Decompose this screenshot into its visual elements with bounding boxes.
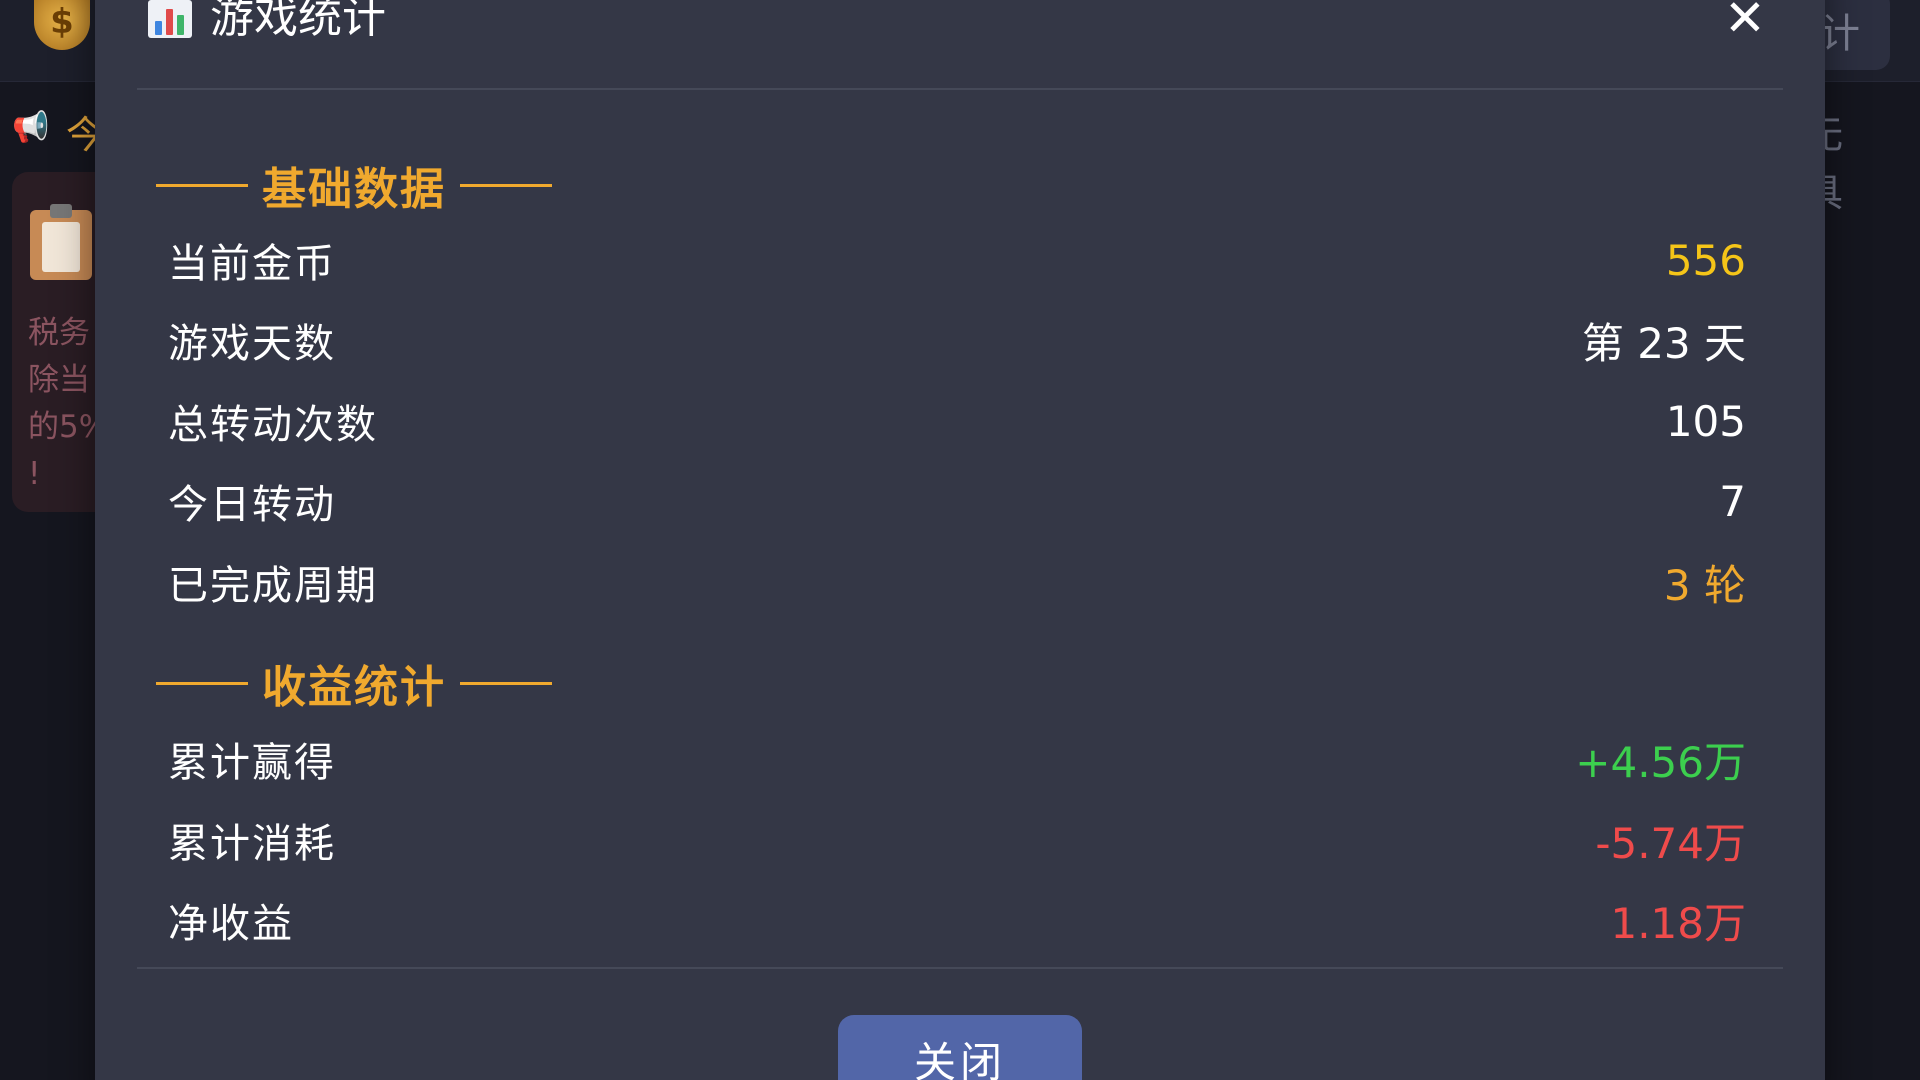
section-header-basic: 基础数据 (156, 155, 552, 215)
stat-row-coins: 当前金币 556 (168, 230, 1746, 290)
stat-label: 累计消耗 (168, 821, 336, 867)
section-line-right (460, 183, 552, 187)
stat-value: 1.18万 (1610, 898, 1746, 948)
stat-row-total-spent: 累计消耗 -5.74万 (168, 810, 1746, 870)
stat-row-total-spins: 总转动次数 105 (168, 391, 1746, 451)
section-title-basic: 基础数据 (262, 164, 446, 215)
close-icon[interactable]: ✕ (1722, 0, 1768, 44)
stat-label: 当前金币 (168, 241, 336, 287)
stat-value: 7 (1719, 476, 1746, 526)
header-divider (137, 88, 1783, 90)
stat-value: -5.74万 (1595, 818, 1746, 868)
stat-row-total-won: 累计赢得 +4.56万 (168, 729, 1746, 789)
section-header-earnings: 收益统计 (156, 653, 552, 713)
stat-value: 第 23 天 (1581, 318, 1746, 368)
stat-label: 今日转动 (168, 482, 336, 528)
stat-row-days: 游戏天数 第 23 天 (168, 310, 1746, 370)
stat-row-cycles: 已完成周期 3 轮 (168, 552, 1746, 612)
footer-divider (137, 967, 1783, 969)
section-line-left (156, 183, 248, 187)
bar-chart-icon (148, 0, 192, 38)
section-line-right (460, 681, 552, 685)
section-line-left (156, 681, 248, 685)
stat-row-today-spins: 今日转动 7 (168, 471, 1746, 531)
stat-label: 累计赢得 (168, 740, 336, 786)
stat-value: 556 (1665, 235, 1746, 285)
stat-label: 已完成周期 (168, 563, 378, 609)
stat-label: 游戏天数 (168, 321, 336, 367)
modal-title: 游戏统计 (210, 0, 386, 43)
stat-value: 3 轮 (1663, 560, 1746, 610)
section-title-earnings: 收益统计 (262, 662, 446, 713)
stat-row-net-income: 净收益 1.18万 (168, 890, 1746, 950)
stat-value: 105 (1665, 396, 1746, 446)
close-button[interactable]: 关闭 (838, 1015, 1082, 1080)
megaphone-icon: 📢 (12, 110, 50, 145)
stat-label: 总转动次数 (168, 402, 378, 448)
stat-value: +4.56万 (1575, 737, 1746, 787)
clipboard-icon (30, 204, 92, 280)
stat-label: 净收益 (168, 901, 294, 947)
